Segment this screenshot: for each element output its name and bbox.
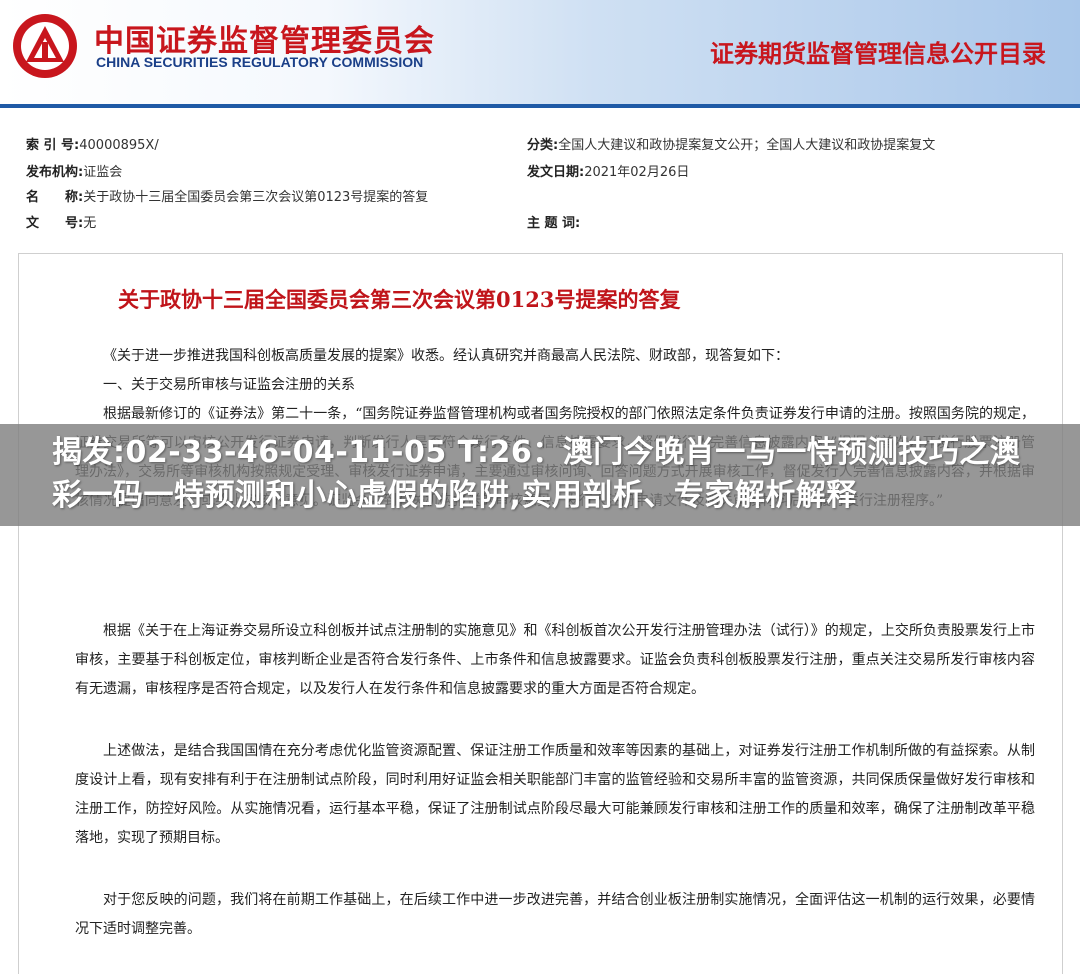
- meta-index-value: 40000895X/: [79, 138, 159, 153]
- meta-name: 名 称:关于政协十三届全国委员会第三次会议第0123号提案的答复: [26, 186, 428, 205]
- meta-doc-no-label-1: 文: [26, 216, 40, 231]
- meta-subject: 主 题 词:: [527, 212, 580, 231]
- meta-name-label-2: 称:: [65, 190, 84, 205]
- meta-doc-no: 文 号:无: [26, 212, 96, 231]
- meta-category-value: 全国人大建议和政协提案复文公开；全国人大建议和政协提案复文: [558, 138, 936, 153]
- directory-title: 证券期货监督管理信息公开目录: [710, 39, 1046, 68]
- document-paragraph-2: 一、关于交易所审核与证监会注册的关系: [103, 377, 355, 393]
- meta-index-label: 索 引 号:: [26, 138, 80, 153]
- meta-doc-no-value: 无: [83, 216, 97, 231]
- document-paragraph-5: 上述做法，是结合我国国情在充分考虑优化监管资源配置、保证注册工作质量和效率等因素…: [75, 743, 1035, 846]
- overlay-banner-text: 揭发:02-33-46-04-11-05 T:26：澳门今晚肖一马一恃预测技巧之…: [52, 435, 1021, 513]
- document-paragraph-4: 根据《关于在上海证券交易所设立科创板并试点注册制的实施意见》和《科创板首次公开发…: [75, 623, 1035, 697]
- meta-name-label-1: 名: [26, 190, 40, 205]
- document-paragraph-1: 《关于进一步推进我国科创板高质量发展的提案》收悉。经认真研究并商最高人民法院、财…: [103, 348, 789, 364]
- meta-date: 发文日期:2021年02月26日: [527, 161, 689, 180]
- csrc-logo-icon: [13, 14, 77, 78]
- meta-issuer: 发布机构:证监会: [26, 161, 122, 180]
- org-name-en: CHINA SECURITIES REGULATORY COMMISSION: [96, 54, 424, 70]
- meta-index: 索 引 号:40000895X/: [26, 134, 159, 153]
- meta-name-value: 关于政协十三届全国委员会第三次会议第0123号提案的答复: [83, 190, 429, 205]
- meta-category-label: 分类:: [527, 138, 559, 153]
- meta-date-value: 2021年02月26日: [584, 165, 690, 180]
- document-paragraph-6: 对于您反映的问题，我们将在前期工作基础上，在后续工作中进一步改进完善，并结合创业…: [75, 892, 1035, 937]
- meta-issuer-value: 证监会: [83, 165, 123, 180]
- meta-category: 分类:全国人大建议和政协提案复文公开；全国人大建议和政协提案复文: [527, 134, 935, 153]
- site-header: 中国证券监督管理委员会 CHINA SECURITIES REGULATORY …: [0, 0, 1080, 108]
- document-title: 关于政协十三届全国委员会第三次会议第0123号提案的答复: [118, 287, 681, 312]
- header-divider: [0, 104, 1080, 108]
- meta-doc-no-label-2: 号:: [65, 216, 84, 231]
- meta-date-label: 发文日期:: [527, 165, 585, 180]
- meta-subject-label: 主 题 词:: [527, 216, 581, 231]
- meta-issuer-label: 发布机构:: [26, 165, 84, 180]
